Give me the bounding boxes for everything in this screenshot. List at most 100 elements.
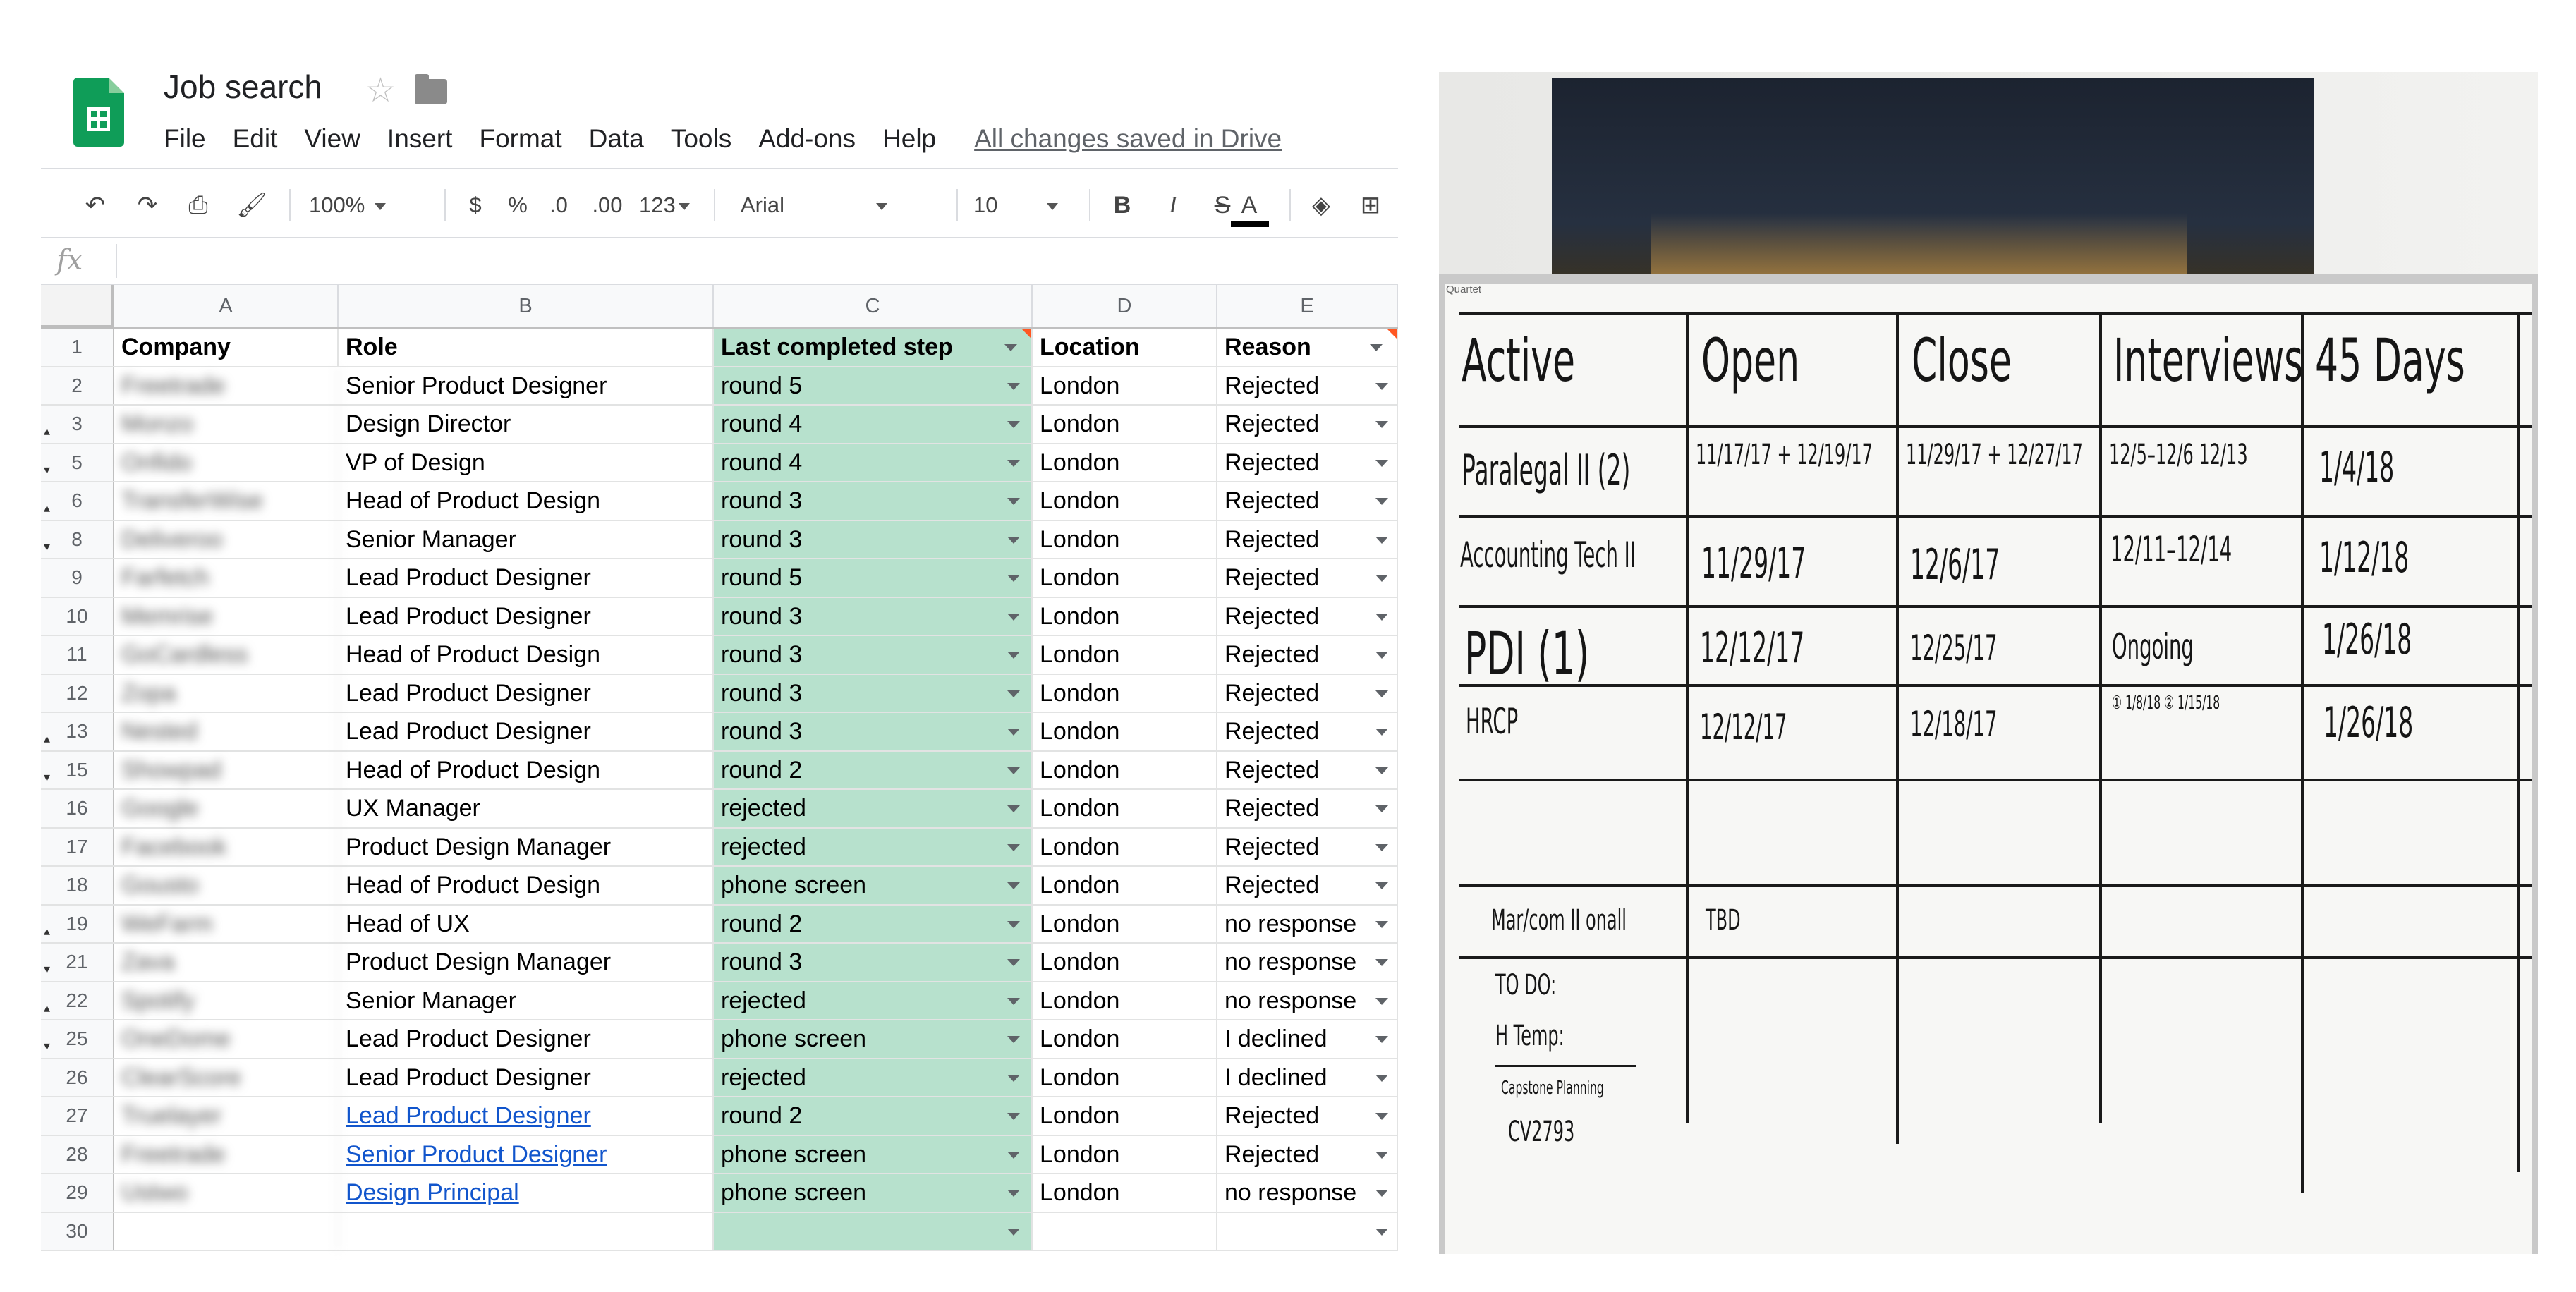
font-size-select[interactable]: 10 — [973, 189, 1079, 221]
dropdown-arrow-icon[interactable] — [1375, 498, 1388, 505]
row-number[interactable]: 22 ▴ — [41, 982, 114, 1019]
dropdown-arrow-icon[interactable] — [1375, 690, 1388, 697]
print-icon[interactable]: ⎙ — [181, 189, 216, 221]
last-step-cell[interactable]: phone screen — [714, 1135, 1033, 1173]
location-cell[interactable]: London — [1033, 867, 1217, 904]
filter-dropdown-icon[interactable] — [1004, 344, 1017, 351]
location-cell[interactable]: London — [1033, 1097, 1217, 1135]
last-step-cell[interactable]: phone screen — [714, 867, 1033, 904]
row-number[interactable]: 30 — [41, 1212, 114, 1250]
row-number[interactable]: 18 — [41, 867, 114, 904]
dropdown-arrow-icon[interactable] — [1375, 536, 1388, 544]
save-status-link[interactable]: All changes saved in Drive — [974, 124, 1282, 154]
row-number[interactable]: 28 — [41, 1135, 114, 1173]
reason-cell[interactable]: Rejected — [1217, 520, 1398, 558]
dropdown-arrow-icon[interactable] — [1007, 959, 1020, 966]
last-step-cell[interactable]: round 2 — [714, 905, 1033, 942]
row-number[interactable]: 1 — [41, 329, 114, 366]
role-cell[interactable]: Product Design Manager — [339, 944, 714, 981]
column-header-e[interactable]: E — [1217, 285, 1398, 327]
reason-cell[interactable]: Rejected — [1217, 1097, 1398, 1135]
folder-icon[interactable] — [415, 74, 447, 104]
location-cell[interactable]: London — [1033, 1135, 1217, 1173]
text-color-button[interactable]: A — [1233, 189, 1265, 221]
menu-tools[interactable]: Tools — [671, 124, 731, 154]
role-cell[interactable]: VP of Design — [339, 444, 714, 481]
last-step-cell[interactable]: rejected — [714, 1059, 1033, 1096]
zoom-select[interactable]: 100% — [309, 189, 429, 221]
role-cell[interactable]: Senior Manager — [339, 520, 714, 558]
company-cell[interactable]: Monzo — [114, 406, 339, 443]
location-cell[interactable]: London — [1033, 674, 1217, 712]
row-number[interactable]: 3 ▴ — [41, 406, 114, 443]
location-cell[interactable]: London — [1033, 559, 1217, 597]
row-number[interactable]: 29 — [41, 1174, 114, 1212]
company-cell[interactable]: Onfido — [114, 444, 339, 481]
company-cell[interactable]: WeFarm — [114, 905, 339, 942]
star-icon[interactable]: ☆ — [365, 71, 396, 110]
company-cell[interactable]: Freetrade — [114, 367, 339, 404]
dropdown-arrow-icon[interactable] — [1007, 459, 1020, 467]
row-number[interactable]: 25 ▾ — [41, 1020, 114, 1058]
header-company[interactable]: Company — [114, 329, 339, 366]
reason-cell[interactable]: Rejected — [1217, 674, 1398, 712]
company-cell[interactable]: Spotify — [114, 982, 339, 1019]
location-cell[interactable]: London — [1033, 828, 1217, 865]
reason-cell[interactable]: I declined — [1217, 1020, 1398, 1058]
company-cell[interactable]: OneDome — [114, 1020, 339, 1058]
menu-addons[interactable]: Add-ons — [758, 124, 856, 154]
last-step-cell[interactable]: phone screen — [714, 1174, 1033, 1212]
last-step-cell[interactable]: round 3 — [714, 636, 1033, 674]
document-title[interactable]: Job search — [164, 68, 322, 106]
reason-cell[interactable]: Rejected — [1217, 790, 1398, 827]
role-cell[interactable]: Senior Manager — [339, 982, 714, 1019]
header-location[interactable]: Location — [1033, 329, 1217, 366]
menu-format[interactable]: Format — [479, 124, 561, 154]
location-cell[interactable] — [1033, 1212, 1217, 1250]
borders-icon[interactable]: ⊞ — [1353, 189, 1388, 221]
font-select[interactable]: Arial — [741, 189, 945, 221]
role-cell[interactable]: Head of Product Design — [339, 482, 714, 520]
role-cell[interactable] — [339, 1212, 714, 1250]
dropdown-arrow-icon[interactable] — [1007, 1151, 1020, 1159]
last-step-cell[interactable]: round 5 — [714, 367, 1033, 404]
company-cell[interactable]: TransferWise — [114, 482, 339, 520]
company-cell[interactable]: GoCardless — [114, 636, 339, 674]
location-cell[interactable]: London — [1033, 597, 1217, 635]
column-header-c[interactable]: C — [714, 285, 1033, 327]
dropdown-arrow-icon[interactable] — [1007, 729, 1020, 736]
formula-bar[interactable]: fx — [41, 238, 1398, 285]
redo-icon[interactable]: ↷ — [130, 189, 165, 221]
role-cell[interactable]: Senior Product Designer — [339, 367, 714, 404]
row-number[interactable]: 2 — [41, 367, 114, 404]
dropdown-arrow-icon[interactable] — [1375, 575, 1388, 582]
location-cell[interactable]: London — [1033, 636, 1217, 674]
increase-decimal-button[interactable]: .00 — [584, 189, 631, 221]
role-cell[interactable]: Lead Product Designer — [339, 674, 714, 712]
location-cell[interactable]: London — [1033, 1059, 1217, 1096]
row-number[interactable]: 15 ▾ — [41, 751, 114, 788]
reason-cell[interactable]: no response — [1217, 944, 1398, 981]
dropdown-arrow-icon[interactable] — [1375, 843, 1388, 851]
dropdown-arrow-icon[interactable] — [1007, 767, 1020, 774]
row-number[interactable]: 12 — [41, 674, 114, 712]
last-step-cell[interactable]: round 3 — [714, 520, 1033, 558]
last-step-cell[interactable]: rejected — [714, 790, 1033, 827]
dropdown-arrow-icon[interactable] — [1007, 652, 1020, 659]
dropdown-arrow-icon[interactable] — [1375, 920, 1388, 928]
row-number[interactable]: 6 ▴ — [41, 482, 114, 520]
reason-cell[interactable]: Rejected — [1217, 482, 1398, 520]
dropdown-arrow-icon[interactable] — [1007, 843, 1020, 851]
company-cell[interactable]: Freetrade — [114, 1135, 339, 1173]
dropdown-arrow-icon[interactable] — [1007, 1190, 1020, 1197]
location-cell[interactable]: London — [1033, 520, 1217, 558]
role-cell[interactable]: Lead Product Designer — [339, 1059, 714, 1096]
reason-cell[interactable]: Rejected — [1217, 406, 1398, 443]
last-step-cell[interactable]: round 4 — [714, 406, 1033, 443]
company-cell[interactable]: Memrise — [114, 597, 339, 635]
column-header-a[interactable]: A — [114, 285, 339, 327]
location-cell[interactable]: London — [1033, 1174, 1217, 1212]
bold-button[interactable]: B — [1106, 189, 1138, 221]
dropdown-arrow-icon[interactable] — [1007, 1228, 1020, 1236]
row-number[interactable]: 27 — [41, 1097, 114, 1135]
